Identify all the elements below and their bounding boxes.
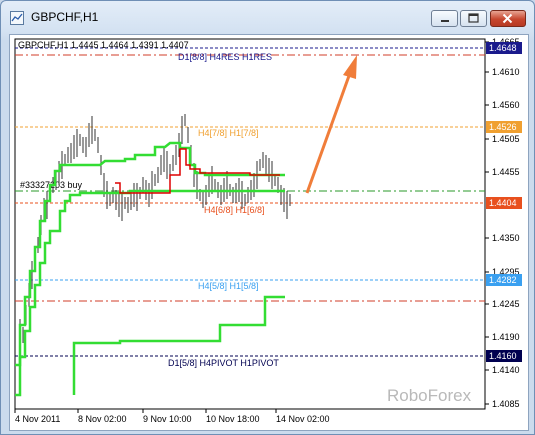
time-tick-label: 9 Nov 10:00: [143, 414, 192, 424]
time-tick-label: 14 Nov 02:00: [276, 414, 330, 424]
price-tag-label: 1.4282: [489, 275, 517, 285]
restore-icon: [468, 13, 479, 23]
price-tick-label: 1.4140: [492, 365, 520, 375]
time-tick-label: 10 Nov 18:00: [206, 414, 260, 424]
maximize-button[interactable]: [460, 10, 487, 27]
forecast-arrow: [305, 72, 352, 194]
forecast-arrow-head: [343, 55, 357, 79]
price-tick-label: 1.4085: [492, 399, 520, 409]
title-bar[interactable]: GBPCHF,H1: [1, 1, 534, 33]
chart-plot-area[interactable]: D1[8/8] H4RES H1RES H4[7/8] H1[7/8] H4[6…: [9, 34, 529, 431]
level-label-6-8: H4[6/8] H1[6/8]: [204, 205, 265, 215]
chart-app-icon: [10, 11, 24, 25]
price-chart[interactable]: D1[8/8] H4RES H1RES H4[7/8] H1[7/8] H4[6…: [10, 35, 528, 430]
minimize-icon: [441, 20, 449, 22]
close-icon: [502, 13, 513, 24]
price-tick-label: 1.4190: [492, 332, 520, 342]
price-tick-label: 1.4560: [492, 100, 520, 110]
level-label-7-8: H4[7/8] H1[7/8]: [198, 128, 259, 138]
level-label-5-8: H4[5/8] H1[5/8]: [198, 281, 259, 291]
level-label-pivot: D1[5/8] H4PIVOT H1PIVOT: [168, 358, 279, 368]
price-tick-label: 1.4610: [492, 67, 520, 77]
level-label-d1-res: D1[8/8] H4RES H1RES: [178, 52, 272, 62]
price-tick-label: 1.4245: [492, 299, 520, 309]
bullish-trend-line-upper: [15, 141, 285, 367]
minimize-button[interactable]: [431, 10, 458, 27]
chart-window: GBPCHF,H1 D1[8/8] H4RES H1RES H4[7/8] H1…: [0, 0, 535, 435]
price-tick-label: 1.4350: [492, 233, 520, 243]
time-tick-label: 4 Nov 2011: [15, 414, 60, 424]
price-tick-label: 1.4505: [492, 134, 520, 144]
ohlc-header: GBPCHF,H1 1.4445 1.4464 1.4391 1.4407: [18, 40, 189, 50]
price-tag-label: 1.4648: [489, 43, 517, 53]
time-axis: 4 Nov 2011 8 Nov 02:00 9 Nov 10:00 10 Nov 1…: [14, 409, 330, 424]
price-tags: 1.4648 1.4526 1.4404 1.4282 1.4160: [486, 42, 522, 362]
price-tag-label: 1.4160: [489, 351, 517, 361]
window-title: GBPCHF,H1: [31, 10, 99, 24]
close-button[interactable]: [490, 10, 526, 27]
price-tag-label: 1.4404: [489, 198, 517, 208]
price-tick-label: 1.4455: [492, 167, 520, 177]
time-tick-label: 8 Nov 02:00: [78, 414, 127, 424]
bullish-trend-line-bottom: [72, 295, 285, 395]
price-tag-label: 1.4526: [489, 122, 517, 132]
watermark: RoboForex: [387, 386, 472, 405]
